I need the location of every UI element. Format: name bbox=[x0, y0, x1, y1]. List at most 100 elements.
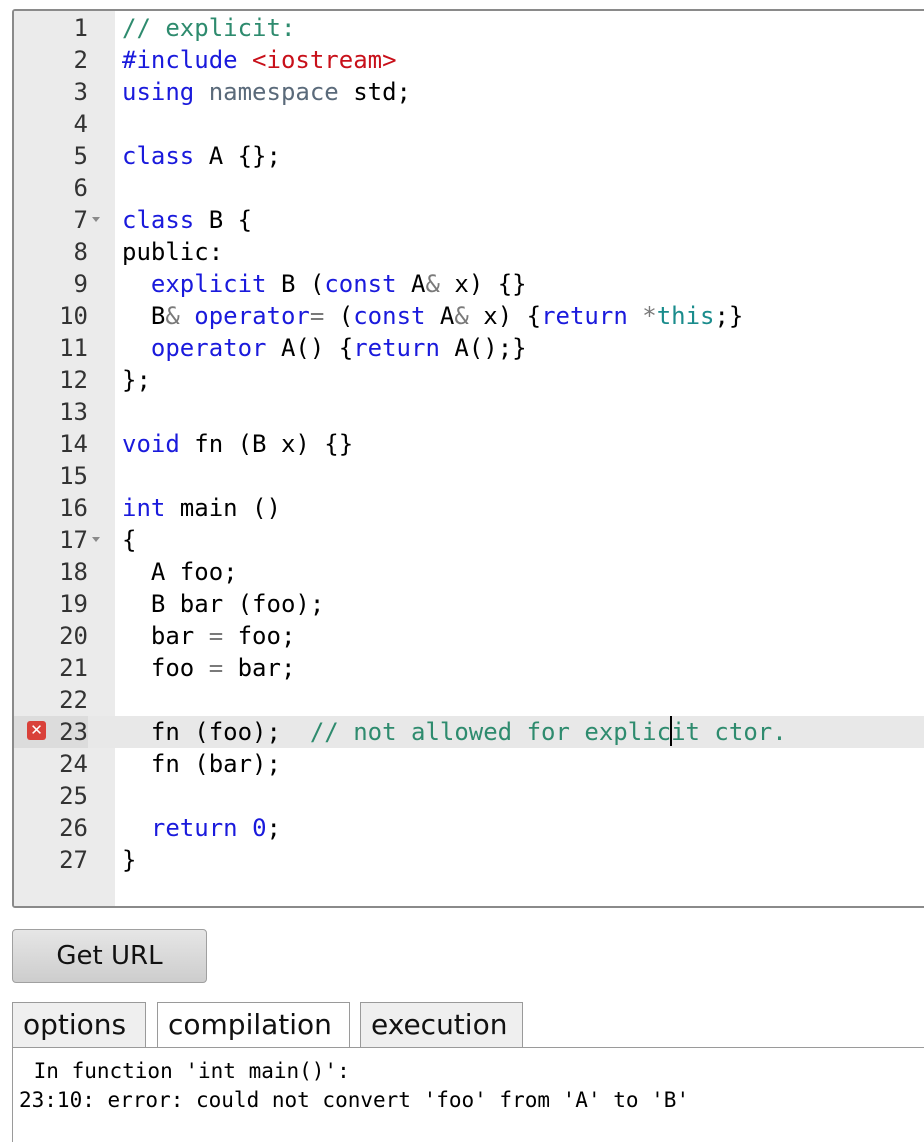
code-line[interactable]: 7 class B { bbox=[14, 204, 924, 236]
code-token: const bbox=[353, 302, 440, 330]
line-number: 22 bbox=[59, 686, 88, 714]
code-line[interactable]: 9 explicit B (const A& x) {} bbox=[14, 268, 924, 300]
code-token: it ctor. bbox=[671, 718, 787, 746]
code-token: A bbox=[439, 302, 455, 330]
fold-arrow-icon[interactable] bbox=[92, 537, 100, 542]
code-text[interactable]: int main () bbox=[122, 492, 281, 524]
code-text[interactable]: { bbox=[122, 524, 136, 556]
code-token: void bbox=[122, 430, 195, 458]
code-token: using bbox=[122, 78, 209, 106]
code-token: A bbox=[411, 270, 426, 298]
code-line[interactable]: 5 class A {}; bbox=[14, 140, 924, 172]
code-text[interactable]: fn (bar); bbox=[122, 748, 281, 780]
code-line[interactable]: 13 bbox=[14, 396, 924, 428]
code-text[interactable]: #include <iostream> bbox=[122, 44, 397, 76]
code-token: return bbox=[541, 302, 643, 330]
code-token: B bar (foo); bbox=[122, 590, 325, 618]
code-token: A foo; bbox=[122, 558, 238, 586]
code-text[interactable]: fn (foo); // not allowed for explicit ct… bbox=[122, 716, 787, 748]
code-token: ; bbox=[266, 814, 281, 842]
code-text[interactable]: explicit B (const A& x) {} bbox=[122, 268, 527, 300]
code-text[interactable]: return 0; bbox=[122, 812, 281, 844]
code-token: fn (B x) {} bbox=[194, 430, 354, 458]
code-text[interactable]: A foo; bbox=[122, 556, 238, 588]
code-token: operator bbox=[194, 302, 310, 330]
code-line[interactable]: 17 { bbox=[14, 524, 924, 556]
code-line[interactable]: 26 return 0; bbox=[14, 812, 924, 844]
code-line[interactable]: 22 bbox=[14, 684, 924, 716]
output-line: In function 'int main()': bbox=[21, 1059, 350, 1083]
code-text[interactable]: foo = bar; bbox=[122, 652, 296, 684]
fold-arrow-icon[interactable] bbox=[92, 217, 100, 222]
code-line[interactable]: 23 ✕ fn (foo); // not allowed for explici… bbox=[14, 716, 924, 748]
code-text[interactable]: using namespace std; bbox=[122, 76, 411, 108]
line-number: 26 bbox=[59, 814, 88, 842]
code-editor[interactable]: 1 // explicit: 2 #include <iostream> 3 using … bbox=[12, 9, 924, 908]
code-line[interactable]: 11 operator A() {return A();} bbox=[14, 332, 924, 364]
code-line[interactable]: 19 B bar (foo); bbox=[14, 588, 924, 620]
code-token: A() { bbox=[280, 334, 354, 362]
code-token: bar bbox=[122, 622, 209, 650]
code-text[interactable]: B& operator= (const A& x) {return *this;… bbox=[122, 300, 744, 332]
code-line[interactable]: 1 // explicit: bbox=[14, 12, 924, 44]
code-token: x) {} bbox=[454, 270, 527, 298]
code-line[interactable]: 4 bbox=[14, 108, 924, 140]
code-token: explicit bbox=[150, 270, 281, 298]
code-text[interactable]: operator A() {return A();} bbox=[122, 332, 527, 364]
line-number: 6 bbox=[73, 174, 88, 202]
code-token: main () bbox=[179, 494, 281, 522]
code-token: std; bbox=[353, 78, 411, 106]
code-text[interactable]: public: bbox=[122, 236, 223, 268]
code-token: return bbox=[150, 814, 253, 842]
code-line[interactable]: 12}; bbox=[14, 364, 924, 396]
code-line[interactable]: 18 A foo; bbox=[14, 556, 924, 588]
get-url-button[interactable]: Get URL bbox=[12, 929, 207, 983]
code-line[interactable]: 2 #include <iostream> bbox=[14, 44, 924, 76]
line-number: 18 bbox=[59, 558, 88, 586]
code-line[interactable]: 25 bbox=[14, 780, 924, 812]
code-token: const bbox=[324, 270, 412, 298]
code-token: bar; bbox=[237, 654, 296, 682]
code-line[interactable]: 20 bar = foo; bbox=[14, 620, 924, 652]
code-lines[interactable]: 1 // explicit: 2 #include <iostream> 3 using … bbox=[14, 12, 924, 876]
code-token: & bbox=[425, 270, 455, 298]
code-token: A();} bbox=[454, 334, 527, 362]
code-line[interactable]: 3 using namespace std; bbox=[14, 76, 924, 108]
code-line[interactable]: 6 bbox=[14, 172, 924, 204]
line-number: 8 bbox=[73, 238, 88, 266]
code-line[interactable]: 27} bbox=[14, 844, 924, 876]
code-text[interactable]: } bbox=[122, 844, 136, 876]
code-line[interactable]: 21 foo = bar; bbox=[14, 652, 924, 684]
code-text[interactable]: class B { bbox=[122, 204, 252, 236]
tab-execution[interactable]: execution bbox=[360, 1002, 523, 1048]
code-line[interactable]: 14 void fn (B x) {} bbox=[14, 428, 924, 460]
code-line[interactable]: 10 B& operator= (const A& x) {return *th… bbox=[14, 300, 924, 332]
code-token: }; bbox=[122, 366, 151, 394]
code-text[interactable]: B bar (foo); bbox=[122, 588, 324, 620]
line-number: 16 bbox=[59, 494, 88, 522]
code-token: ;} bbox=[714, 302, 744, 330]
code-text[interactable]: }; bbox=[122, 364, 151, 396]
code-line[interactable]: 24 fn (bar); bbox=[14, 748, 924, 780]
code-line[interactable]: 15 bbox=[14, 460, 924, 492]
code-text[interactable]: // explicit: bbox=[122, 12, 295, 44]
line-number: 17 bbox=[59, 526, 88, 554]
line-number: 1 bbox=[73, 14, 88, 42]
code-token: foo bbox=[122, 654, 209, 682]
code-line[interactable]: 16 int main () bbox=[14, 492, 924, 524]
line-number: 23 bbox=[14, 716, 88, 748]
code-text[interactable]: bar = foo; bbox=[122, 620, 296, 652]
code-line[interactable]: 8 public: bbox=[14, 236, 924, 268]
error-x-icon[interactable]: ✕ bbox=[27, 721, 46, 740]
code-text[interactable]: void fn (B x) {} bbox=[122, 428, 353, 460]
line-number: 4 bbox=[73, 110, 88, 138]
code-token: & bbox=[165, 302, 195, 330]
tab-options[interactable]: options bbox=[12, 1002, 146, 1048]
line-number: 14 bbox=[59, 430, 88, 458]
code-text[interactable]: class A {}; bbox=[122, 140, 281, 172]
code-token: A {}; bbox=[208, 142, 281, 170]
tab-compilation[interactable]: compilation bbox=[157, 1002, 350, 1048]
code-token: this bbox=[656, 302, 715, 330]
